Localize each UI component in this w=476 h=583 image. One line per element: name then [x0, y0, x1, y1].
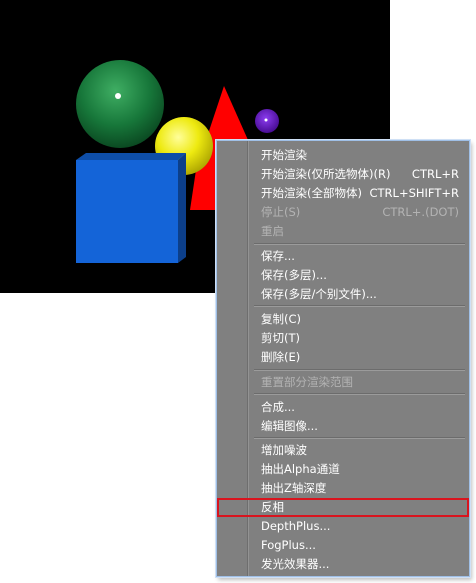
- menu-item-delete[interactable]: 删除(E): [217, 348, 469, 367]
- menu-item-label: 增加噪波: [261, 443, 307, 457]
- menu-item-shortcut: CTRL+SHIFT+R: [369, 186, 460, 200]
- menu-item-label: 开始渲染: [261, 148, 307, 162]
- green-sphere-highlight: [115, 93, 121, 99]
- menu-item-label: 开始渲染(全部物体): [261, 186, 362, 200]
- menu-item-extract-zdepth[interactable]: 抽出Z轴深度: [217, 479, 469, 498]
- green-sphere: [76, 60, 164, 148]
- menu-item-label: 保存...: [261, 249, 295, 263]
- menu-item-shortcut: CTRL+R: [411, 167, 459, 181]
- menu-item-label: 合成...: [261, 400, 295, 414]
- menu-item-label: 保存(多层)...: [261, 268, 327, 282]
- menu-item-label: 复制(C): [261, 312, 302, 326]
- menu-separator: [254, 437, 465, 439]
- menu-item-stop[interactable]: 停止(S) CTRL+.(DOT): [217, 203, 469, 222]
- menu-item-label: 删除(E): [261, 350, 301, 364]
- menu-item-label: 保存(多层/个别文件)...: [261, 287, 377, 301]
- menu-item-glow-effect[interactable]: 发光效果器...: [217, 555, 469, 574]
- purple-sphere-highlight: [264, 118, 268, 122]
- menu-item-save-multilayer[interactable]: 保存(多层)...: [217, 266, 469, 285]
- menu-item-invert[interactable]: 反相: [217, 498, 469, 517]
- menu-item-label: 发光效果器...: [261, 557, 330, 571]
- menu-item-edit-image[interactable]: 编辑图像...: [217, 417, 469, 436]
- menu-item-cut[interactable]: 剪切(T): [217, 329, 469, 348]
- menu-item-extract-alpha[interactable]: 抽出Alpha通道: [217, 460, 469, 479]
- menu-item-restart[interactable]: 重启: [217, 222, 469, 241]
- menu-item-start-render[interactable]: 开始渲染: [217, 146, 469, 165]
- menu-item-label: DepthPlus...: [261, 519, 331, 533]
- context-menu: 开始渲染开始渲染(仅所选物体)(R) CTRL+R 开始渲染(全部物体) CTRL+S…: [216, 140, 470, 577]
- menu-item-label: 开始渲染(仅所选物体)(R): [261, 167, 391, 181]
- menu-item-shortcut: CTRL+.(DOT): [382, 205, 459, 219]
- menu-item-label: 重置部分渲染范围: [261, 375, 353, 389]
- blue-cube-side: [178, 153, 186, 263]
- menu-item-render-selected[interactable]: 开始渲染(仅所选物体)(R) CTRL+R: [217, 165, 469, 184]
- menu-item-label: 停止(S): [261, 205, 301, 219]
- menu-item-label: 反相: [261, 500, 284, 514]
- menu-separator: [254, 305, 465, 307]
- menu-item-label: 重启: [261, 224, 284, 238]
- menu-separator: [254, 243, 465, 245]
- menu-item-label: 抽出Alpha通道: [261, 462, 340, 476]
- menu-item-composite[interactable]: 合成...: [217, 398, 469, 417]
- menu-item-label: 剪切(T): [261, 331, 300, 345]
- menu-item-label: 抽出Z轴深度: [261, 481, 327, 495]
- menu-item-save-multilayer-files[interactable]: 保存(多层/个别文件)...: [217, 285, 469, 304]
- menu-item-save[interactable]: 保存...: [217, 247, 469, 266]
- menu-item-copy[interactable]: 复制(C): [217, 310, 469, 329]
- blue-cube-front: [76, 160, 178, 263]
- blue-cube-top: [76, 153, 186, 160]
- menu-item-fogplus[interactable]: FogPlus...: [217, 536, 469, 555]
- menu-item-add-noise[interactable]: 增加噪波: [217, 441, 469, 460]
- menu-item-label: 编辑图像...: [261, 419, 318, 433]
- menu-item-depthplus[interactable]: DepthPlus...: [217, 517, 469, 536]
- menu-item-reset-partial-render[interactable]: 重置部分渲染范围: [217, 373, 469, 392]
- menu-item-label: FogPlus...: [261, 538, 316, 552]
- menu-separator: [254, 393, 465, 395]
- menu-separator: [254, 369, 465, 371]
- menu-item-render-all[interactable]: 开始渲染(全部物体) CTRL+SHIFT+R: [217, 184, 469, 203]
